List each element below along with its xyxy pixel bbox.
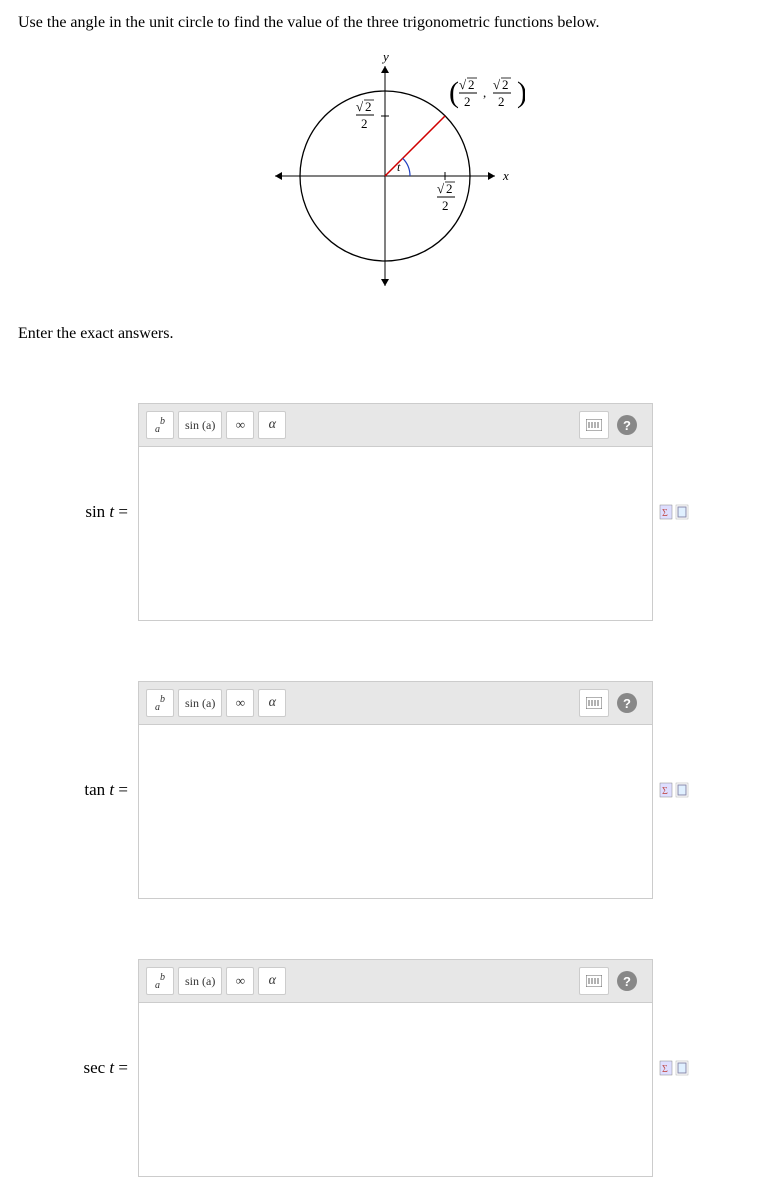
help-icon: ? [617,693,637,713]
svg-text:√: √ [437,181,445,196]
svg-text:2: 2 [502,77,509,92]
svg-text:): ) [517,76,525,109]
alpha-button[interactable]: α [258,689,286,717]
infinity-button[interactable]: ∞ [226,689,254,717]
svg-text:(: ( [449,76,459,109]
trig-button[interactable]: sin (a) [178,689,222,717]
svg-text:2: 2 [498,94,505,109]
math-editor: ab sin (a) ∞ α ? [138,681,653,899]
answer-input-tan[interactable] [139,725,652,893]
svg-text:√: √ [356,99,364,114]
subinstruction-text: Enter the exact answers. [18,325,752,343]
svg-text:2: 2 [446,181,453,196]
alpha-button[interactable]: α [258,967,286,995]
unit-circle-diagram: y x t √ 2 2 √ 2 2 ( [18,46,752,301]
trig-button[interactable]: sin (a) [178,411,222,439]
help-button[interactable]: ? [613,689,641,717]
answer-label: tan t = [18,780,138,800]
keyboard-icon [586,419,602,431]
svg-text:Σ: Σ [662,786,668,797]
keyboard-button[interactable] [579,967,609,995]
keyboard-button[interactable] [579,689,609,717]
help-button[interactable]: ? [613,967,641,995]
answer-row-sin: sin t = ab sin (a) ∞ α ? [18,403,752,621]
editor-toolbar: ab sin (a) ∞ α ? [139,960,652,1003]
equation-editor-icon[interactable]: Σ [659,1060,673,1076]
y-tick-label: √ 2 2 [356,99,374,131]
answer-row-sec: sec t = ab sin (a) ∞ α ? [18,959,752,1177]
editor-toolbar: ab sin (a) ∞ α ? [139,404,652,447]
copy-icon[interactable] [675,504,689,520]
svg-text:√: √ [493,77,501,92]
svg-text:2: 2 [468,77,475,92]
keyboard-icon [586,697,602,709]
math-editor: ab sin (a) ∞ α ? [138,403,653,621]
exponent-button[interactable]: ab [146,967,174,995]
angle-label: t [397,160,401,174]
keyboard-button[interactable] [579,411,609,439]
svg-text:√: √ [459,77,467,92]
help-button[interactable]: ? [613,411,641,439]
copy-icon[interactable] [675,782,689,798]
svg-text:2: 2 [365,99,372,114]
y-axis-label: y [381,49,389,64]
trig-button[interactable]: sin (a) [178,967,222,995]
svg-text:2: 2 [361,116,368,131]
x-tick-label: √ 2 2 [437,181,455,213]
infinity-button[interactable]: ∞ [226,411,254,439]
answer-row-tan: tan t = ab sin (a) ∞ α ? [18,681,752,899]
infinity-button[interactable]: ∞ [226,967,254,995]
help-icon: ? [617,971,637,991]
copy-icon[interactable] [675,1060,689,1076]
svg-text:2: 2 [464,94,471,109]
svg-text:2: 2 [442,198,449,213]
svg-text:,: , [483,85,486,100]
point-label: ( ) √ 2 2 , √ 2 2 [449,76,525,109]
x-axis-label: x [502,168,509,183]
exponent-button[interactable]: ab [146,411,174,439]
answer-input-sec[interactable] [139,1003,652,1171]
equation-editor-icon[interactable]: Σ [659,504,673,520]
exponent-button[interactable]: ab [146,689,174,717]
keyboard-icon [586,975,602,987]
alpha-button[interactable]: α [258,411,286,439]
math-editor: ab sin (a) ∞ α ? [138,959,653,1177]
answer-input-sin[interactable] [139,447,652,615]
help-icon: ? [617,415,637,435]
instruction-text: Use the angle in the unit circle to find… [18,14,752,32]
svg-text:Σ: Σ [662,1064,668,1075]
equation-editor-icon[interactable]: Σ [659,782,673,798]
answer-label: sec t = [18,1058,138,1078]
answer-label: sin t = [18,502,138,522]
editor-toolbar: ab sin (a) ∞ α ? [139,682,652,725]
svg-text:Σ: Σ [662,508,668,519]
